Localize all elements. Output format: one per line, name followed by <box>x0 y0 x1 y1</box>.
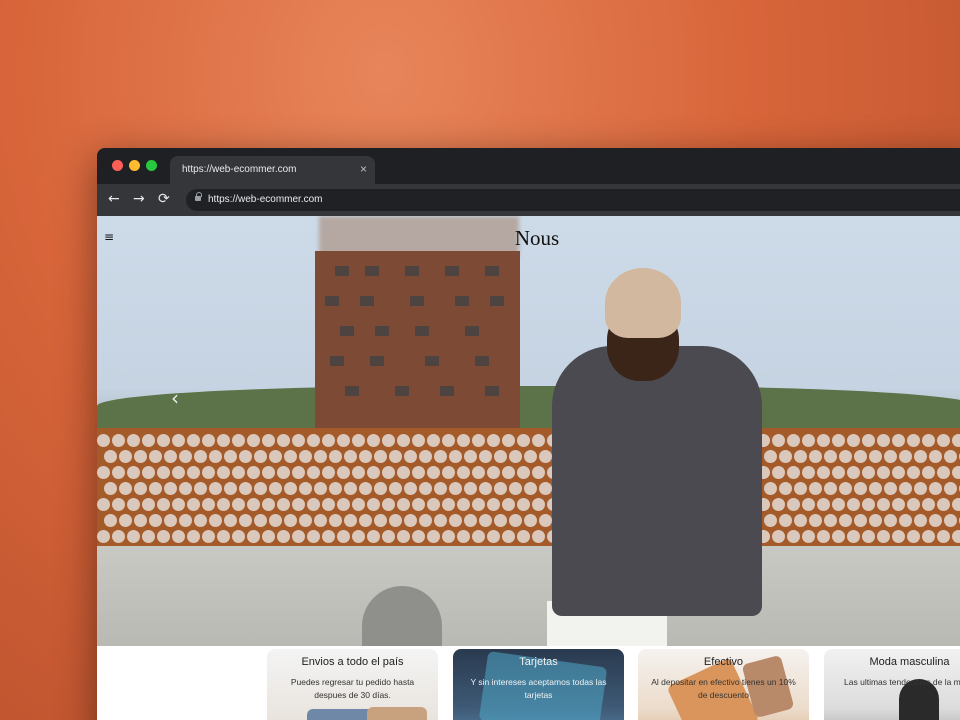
page-viewport: ≡ Nous ‹ Envios a todo el país Puedes re… <box>97 216 960 720</box>
card-title: Envios a todo el país <box>301 656 404 668</box>
card-mens-fashion[interactable]: Moda masculina Las ultimas tendencias de… <box>824 649 960 720</box>
tab-title: https://web-ecommer.com <box>182 164 297 175</box>
building <box>315 251 520 436</box>
lock-icon <box>195 192 202 203</box>
card-title: Moda masculina <box>869 656 950 668</box>
card-description: Puedes regresar tu pedido hasta despues … <box>290 677 415 700</box>
maximize-window-button[interactable] <box>146 160 157 171</box>
card-cards[interactable]: Tarjetas Y sin intereses aceptamos todas… <box>453 649 624 720</box>
close-window-button[interactable] <box>112 160 123 171</box>
card-description: Al depositar en efectivo tienes un 10% d… <box>651 677 796 700</box>
card-description: Y sin intereses aceptamos todas las tarj… <box>470 677 607 700</box>
card-title: Efectivo <box>703 656 744 668</box>
hero-image: ≡ Nous ‹ <box>97 216 960 646</box>
browser-window: https://web-ecommer.com × ← → ⟳ https://… <box>97 148 960 720</box>
close-tab-icon[interactable]: × <box>360 162 367 176</box>
slider-prev-icon[interactable]: ‹ <box>171 386 179 410</box>
reload-icon[interactable]: ⟳ <box>158 191 170 207</box>
card-title: Tarjetas <box>519 656 558 668</box>
card-description: Las ultimas tendencias de la moda <box>844 677 960 687</box>
browser-tab[interactable]: https://web-ecommer.com × <box>170 156 375 184</box>
site-logo[interactable]: Nous <box>97 226 960 251</box>
minimize-window-button[interactable] <box>129 160 140 171</box>
card-shipping[interactable]: Envios a todo el país Puedes regresar tu… <box>267 649 438 720</box>
model-person <box>552 346 762 616</box>
address-bar-url: https://web-ecommer.com <box>208 194 323 205</box>
address-bar[interactable]: https://web-ecommer.com <box>186 189 960 211</box>
back-arrow-icon[interactable]: ← <box>108 191 120 207</box>
feature-cards: Envios a todo el país Puedes regresar tu… <box>97 646 960 720</box>
railing <box>97 428 960 548</box>
browser-toolbar: ← → ⟳ https://web-ecommer.com <box>97 184 960 216</box>
forward-arrow-icon[interactable]: → <box>133 191 145 207</box>
card-cash[interactable]: Efectivo Al depositar en efectivo tienes… <box>638 649 809 720</box>
tab-bar: https://web-ecommer.com × <box>97 148 960 184</box>
